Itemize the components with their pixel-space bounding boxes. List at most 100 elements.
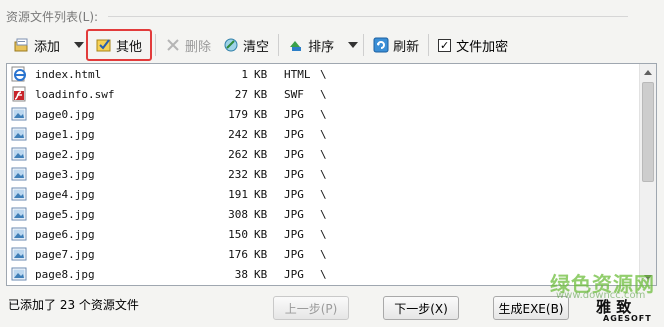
resource-file-list[interactable]: index.html 1 KB HTML \ loadinfo.swf 27 KB SWF \ pa… xyxy=(6,63,657,286)
file-size-unit: KB xyxy=(254,267,268,281)
build-exe-button[interactable]: 生成EXE(B) xyxy=(493,296,569,320)
file-path: \ xyxy=(320,87,327,101)
file-type: JPG xyxy=(284,127,304,141)
file-path: \ xyxy=(320,127,327,141)
file-path: \ xyxy=(320,107,327,121)
file-size-unit: KB xyxy=(254,207,268,221)
file-name: page1.jpg xyxy=(35,127,95,141)
resource-files-dialog: 资源文件列表(L): 添加 其他 删除 清空 排序 刷新 ✓ 文件加密 inde… xyxy=(0,0,664,327)
flash-swf-icon xyxy=(11,86,27,102)
sort-button[interactable]: 排序 xyxy=(282,32,340,58)
encrypt-files-checkbox-row[interactable]: ✓ 文件加密 xyxy=(432,36,508,55)
file-name: page4.jpg xyxy=(35,187,95,201)
file-size-unit: KB xyxy=(254,187,268,201)
add-dropdown-button[interactable] xyxy=(66,32,86,58)
file-type: JPG xyxy=(284,247,304,261)
delete-x-icon xyxy=(165,37,181,53)
file-size: 191 xyxy=(228,187,248,201)
file-name: loadinfo.swf xyxy=(35,87,115,101)
file-size-unit: KB xyxy=(254,227,268,241)
refresh-icon xyxy=(373,37,389,53)
group-divider xyxy=(108,15,629,17)
image-file-icon xyxy=(11,186,27,202)
file-path: \ xyxy=(320,67,327,81)
file-name: page2.jpg xyxy=(35,147,95,161)
file-row[interactable]: page4.jpg 191 KB JPG \ xyxy=(7,184,656,204)
file-row[interactable]: page2.jpg 262 KB JPG \ xyxy=(7,144,656,164)
file-size-unit: KB xyxy=(254,127,268,141)
scroll-thumb[interactable] xyxy=(642,82,654,182)
file-row[interactable]: index.html 1 KB HTML \ xyxy=(7,64,656,84)
file-row[interactable]: page8.jpg 38 KB JPG \ xyxy=(7,264,656,284)
arrow-down-icon xyxy=(644,274,652,280)
sort-dropdown-button[interactable] xyxy=(340,32,360,58)
file-row[interactable]: loadinfo.swf 27 KB SWF \ xyxy=(7,84,656,104)
file-size: 176 xyxy=(228,247,248,261)
file-type: JPG xyxy=(284,267,304,281)
encrypt-files-checkbox[interactable]: ✓ xyxy=(438,38,452,52)
resource-list-label: 资源文件列表(L): xyxy=(6,9,99,24)
refresh-button-label: 刷新 xyxy=(393,39,420,55)
delete-button-label: 删除 xyxy=(185,39,212,55)
file-size: 242 xyxy=(228,127,248,141)
file-row[interactable]: page1.jpg 242 KB JPG \ xyxy=(7,124,656,144)
file-size-unit: KB xyxy=(254,67,268,81)
file-row[interactable]: page7.jpg 176 KB JPG \ xyxy=(7,244,656,264)
file-name: page0.jpg xyxy=(35,107,95,121)
file-name: page8.jpg xyxy=(35,267,95,281)
checkbox-list-icon xyxy=(96,37,112,53)
file-name: page7.jpg xyxy=(35,247,95,261)
file-type: HTML xyxy=(284,67,311,81)
image-file-icon xyxy=(11,146,27,162)
chevron-down-icon xyxy=(348,42,359,48)
refresh-button[interactable]: 刷新 xyxy=(367,32,425,58)
clear-button[interactable]: 清空 xyxy=(217,32,275,58)
image-file-icon xyxy=(11,166,27,182)
file-type: SWF xyxy=(284,87,304,101)
file-type: JPG xyxy=(284,187,304,201)
sort-button-label: 排序 xyxy=(308,39,335,55)
scroll-up-button[interactable] xyxy=(640,64,656,80)
scroll-down-button[interactable] xyxy=(640,269,656,285)
file-row[interactable]: page6.jpg 150 KB JPG \ xyxy=(7,224,656,244)
file-type: JPG xyxy=(284,107,304,121)
file-size: 179 xyxy=(228,107,248,121)
file-path: \ xyxy=(320,187,327,201)
chevron-down-icon xyxy=(74,42,85,48)
other-button-label: 其他 xyxy=(116,39,143,55)
file-size: 150 xyxy=(228,227,248,241)
add-button-label: 添加 xyxy=(34,39,61,55)
image-file-icon xyxy=(11,226,27,242)
file-size: 262 xyxy=(228,147,248,161)
file-size-unit: KB xyxy=(254,147,268,161)
file-name: page5.jpg xyxy=(35,207,95,221)
clear-icon xyxy=(223,37,239,53)
watermark-sub: AGESOFT xyxy=(603,314,652,323)
toolbar-separator xyxy=(363,34,365,56)
other-button[interactable]: 其他 xyxy=(86,29,153,61)
toolbar-separator xyxy=(428,34,430,56)
file-name: page3.jpg xyxy=(35,167,95,181)
file-row[interactable]: page5.jpg 308 KB JPG \ xyxy=(7,204,656,224)
file-path: \ xyxy=(320,147,327,161)
file-row[interactable]: page0.jpg 179 KB JPG \ xyxy=(7,104,656,124)
image-file-icon xyxy=(11,246,27,262)
next-step-button[interactable]: 下一步(X) xyxy=(383,296,459,320)
file-row[interactable]: page3.jpg 232 KB JPG \ xyxy=(7,164,656,184)
file-path: \ xyxy=(320,207,327,221)
image-file-icon xyxy=(11,206,27,222)
status-text: 已添加了 23 个资源文件 xyxy=(8,298,139,312)
vertical-scrollbar[interactable] xyxy=(639,64,656,285)
prev-step-button[interactable]: 上一步(P) xyxy=(273,296,349,320)
file-type: JPG xyxy=(284,227,304,241)
sort-icon xyxy=(288,37,304,53)
image-file-icon xyxy=(11,266,27,282)
file-size: 27 xyxy=(234,87,248,101)
add-button[interactable]: 添加 xyxy=(8,32,66,58)
file-type: JPG xyxy=(284,167,304,181)
file-size: 1 xyxy=(241,67,248,81)
clear-button-label: 清空 xyxy=(243,39,270,55)
file-size-unit: KB xyxy=(254,247,268,261)
file-type: JPG xyxy=(284,147,304,161)
delete-button[interactable]: 删除 xyxy=(159,32,217,58)
